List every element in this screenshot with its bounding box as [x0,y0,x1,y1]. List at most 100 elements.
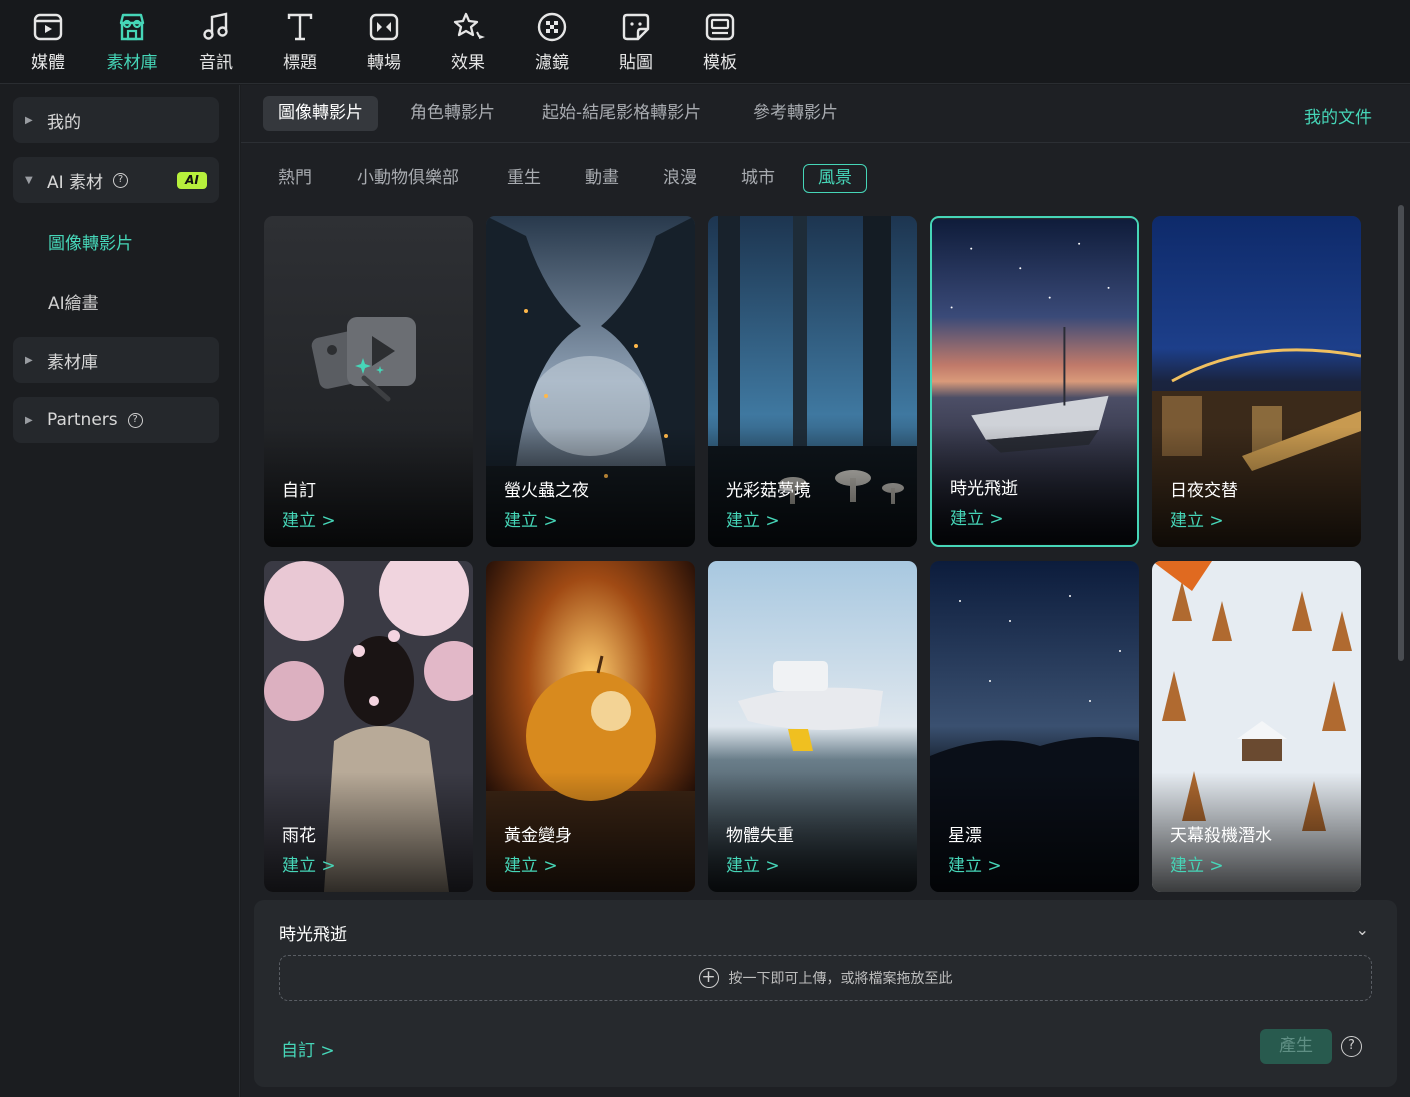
ai-badge: AI [177,172,207,189]
caret-right-icon: ▶ [25,354,33,366]
toolbar-filters-label: 濾鏡 [535,53,569,73]
card-title: 天幕殺機潛水 [1170,826,1272,846]
create-button[interactable]: 建立 > [726,851,780,876]
subtab-bar: 圖像轉影片 角色轉影片 起始-結尾影格轉影片 參考轉影片 我的文件 [241,85,1410,143]
sidebar-item-label: AI 素材 [47,172,104,193]
create-button[interactable]: 建立 > [282,506,336,531]
card-title: 雨花 [282,826,316,846]
create-button[interactable]: 建立 > [504,506,558,531]
caret-down-icon: ▼ [25,174,33,186]
template-card-time-flies[interactable]: 時光飛逝 建立 > [930,216,1139,547]
card-title: 物體失重 [726,826,794,846]
create-button[interactable]: 建立 > [1170,506,1224,531]
template-card-object-weightless[interactable]: 物體失重 建立 > [708,561,917,892]
generate-button[interactable]: 產生 [1260,1029,1332,1064]
plus-circle-icon: + [698,968,719,988]
card-title: 時光飛逝 [950,479,1018,499]
chip-pets-club[interactable]: 小動物俱樂部 [342,164,474,193]
toolbar-effects-label: 效果 [451,53,485,73]
toolbar-stock-label: 素材庫 [106,53,158,73]
effects-icon [453,12,485,39]
generation-panel: 時光飛逝 ⌄ + 按一下即可上傳，或將檔案拖放至此 自訂 > 產生 ? [254,900,1397,1087]
toolbar-titles[interactable]: 標題 [265,10,335,76]
caret-right-icon: ▶ [25,414,33,426]
toolbar-media-label: 媒體 [31,53,65,73]
upload-dropzone[interactable]: + 按一下即可上傳，或將檔案拖放至此 [279,955,1372,1001]
create-button[interactable]: 建立 > [282,851,336,876]
toolbar-templates-label: 模板 [703,53,737,73]
toolbar-audio[interactable]: 音訊 [181,10,251,76]
sidebar-item-ai-assets[interactable]: ▼ AI 素材 ? AI [13,157,219,203]
toolbar-titles-label: 標題 [283,53,317,73]
card-title: 星漂 [948,826,982,846]
text-t-icon [287,13,313,41]
sidebar-item-mine[interactable]: ▶ 我的 [13,97,219,143]
card-title: 黃金變身 [504,826,572,846]
create-button[interactable]: 建立 > [950,504,1004,529]
help-icon[interactable]: ? [127,412,143,428]
sidebar-item-label: Partners [47,410,118,430]
card-title: 日夜交替 [1170,481,1238,501]
create-button[interactable]: 建立 > [1170,851,1224,876]
music-note-icon [203,12,228,40]
toolbar-media[interactable]: 媒體 [13,10,83,76]
create-button[interactable]: 建立 > [504,851,558,876]
template-card-flower-rain[interactable]: 雨花 建立 > [264,561,473,892]
vertical-scrollbar[interactable] [1398,205,1404,661]
toolbar-transitions[interactable]: 轉場 [349,10,419,76]
template-card-star-drift[interactable]: 星漂 建立 > [930,561,1139,892]
toolbar-transitions-label: 轉場 [367,53,401,73]
chevron-down-icon[interactable]: ⌄ [1356,920,1369,939]
sidebar-item-library[interactable]: ▶ 素材庫 [13,337,219,383]
sidebar-item-label: 我的 [47,112,81,133]
sidebar-item-partners[interactable]: ▶ Partners ? [13,397,219,443]
card-title: 光彩菇夢境 [726,481,811,501]
store-icon [119,13,145,41]
sticker-icon [622,13,650,41]
toolbar-effects[interactable]: 效果 [433,10,503,76]
chip-landscape[interactable]: 風景 [803,164,867,193]
chip-rebirth[interactable]: 重生 [492,164,556,193]
sidebar-item-label: 素材庫 [47,352,98,373]
help-icon[interactable]: ? [1341,1036,1362,1057]
template-card-skyfall-dive[interactable]: 天幕殺機潛水 建立 > [1152,561,1361,892]
toolbar-stock[interactable]: 素材庫 [97,10,167,76]
tab-image-to-video[interactable]: 圖像轉影片 [263,96,378,131]
toolbar-audio-label: 音訊 [199,53,233,73]
toolbar-stickers-label: 貼圖 [619,53,653,73]
custom-link[interactable]: 自訂 > [281,1036,335,1061]
template-card-firefly-night[interactable]: 螢火蟲之夜 建立 > [486,216,695,547]
tab-reference-to-video[interactable]: 參考轉影片 [738,96,853,131]
my-documents-link[interactable]: 我的文件 [1304,103,1372,128]
caret-right-icon: ▶ [25,114,33,126]
chip-popular[interactable]: 熱門 [263,164,327,193]
sidebar: ▶ 我的 ▼ AI 素材 ? AI 圖像轉影片 AI繪畫 ▶ 素材庫 ▶ Par… [0,85,240,1097]
chip-romance[interactable]: 浪漫 [648,164,712,193]
help-icon[interactable]: ? [113,172,129,188]
chip-city[interactable]: 城市 [726,164,790,193]
template-card-custom[interactable]: 自訂 建立 > [264,216,473,547]
tab-start-end-frame-to-video[interactable]: 起始-結尾影格轉影片 [527,96,716,131]
filter-icon [537,12,567,42]
template-icon [705,13,735,41]
media-icon [33,13,63,41]
panel-title: 時光飛逝 [279,925,347,945]
template-card-glowing-mushroom[interactable]: 光彩菇夢境 建立 > [708,216,917,547]
dropzone-text: 按一下即可上傳，或將檔案拖放至此 [728,971,953,987]
top-toolbar: 媒體 素材庫 音訊 標題 轉場 效果 濾鏡 貼圖 模板 [0,0,1410,84]
sidebar-item-ai-painting[interactable]: AI繪畫 [48,289,99,314]
transition-icon [369,13,399,41]
card-title: 自訂 [282,481,316,501]
sidebar-item-image-to-video[interactable]: 圖像轉影片 [48,229,133,254]
toolbar-templates[interactable]: 模板 [685,10,755,76]
card-title: 螢火蟲之夜 [504,481,589,501]
template-card-day-night[interactable]: 日夜交替 建立 > [1152,216,1361,547]
create-button[interactable]: 建立 > [948,851,1002,876]
chip-animation[interactable]: 動畫 [570,164,634,193]
tab-character-to-video[interactable]: 角色轉影片 [395,96,510,131]
create-button[interactable]: 建立 > [726,506,780,531]
template-card-golden-transformation[interactable]: 黃金變身 建立 > [486,561,695,892]
toolbar-filters[interactable]: 濾鏡 [517,10,587,76]
main-content: 圖像轉影片 角色轉影片 起始-結尾影格轉影片 參考轉影片 我的文件 熱門 小動物… [241,85,1410,1097]
toolbar-stickers[interactable]: 貼圖 [601,10,671,76]
